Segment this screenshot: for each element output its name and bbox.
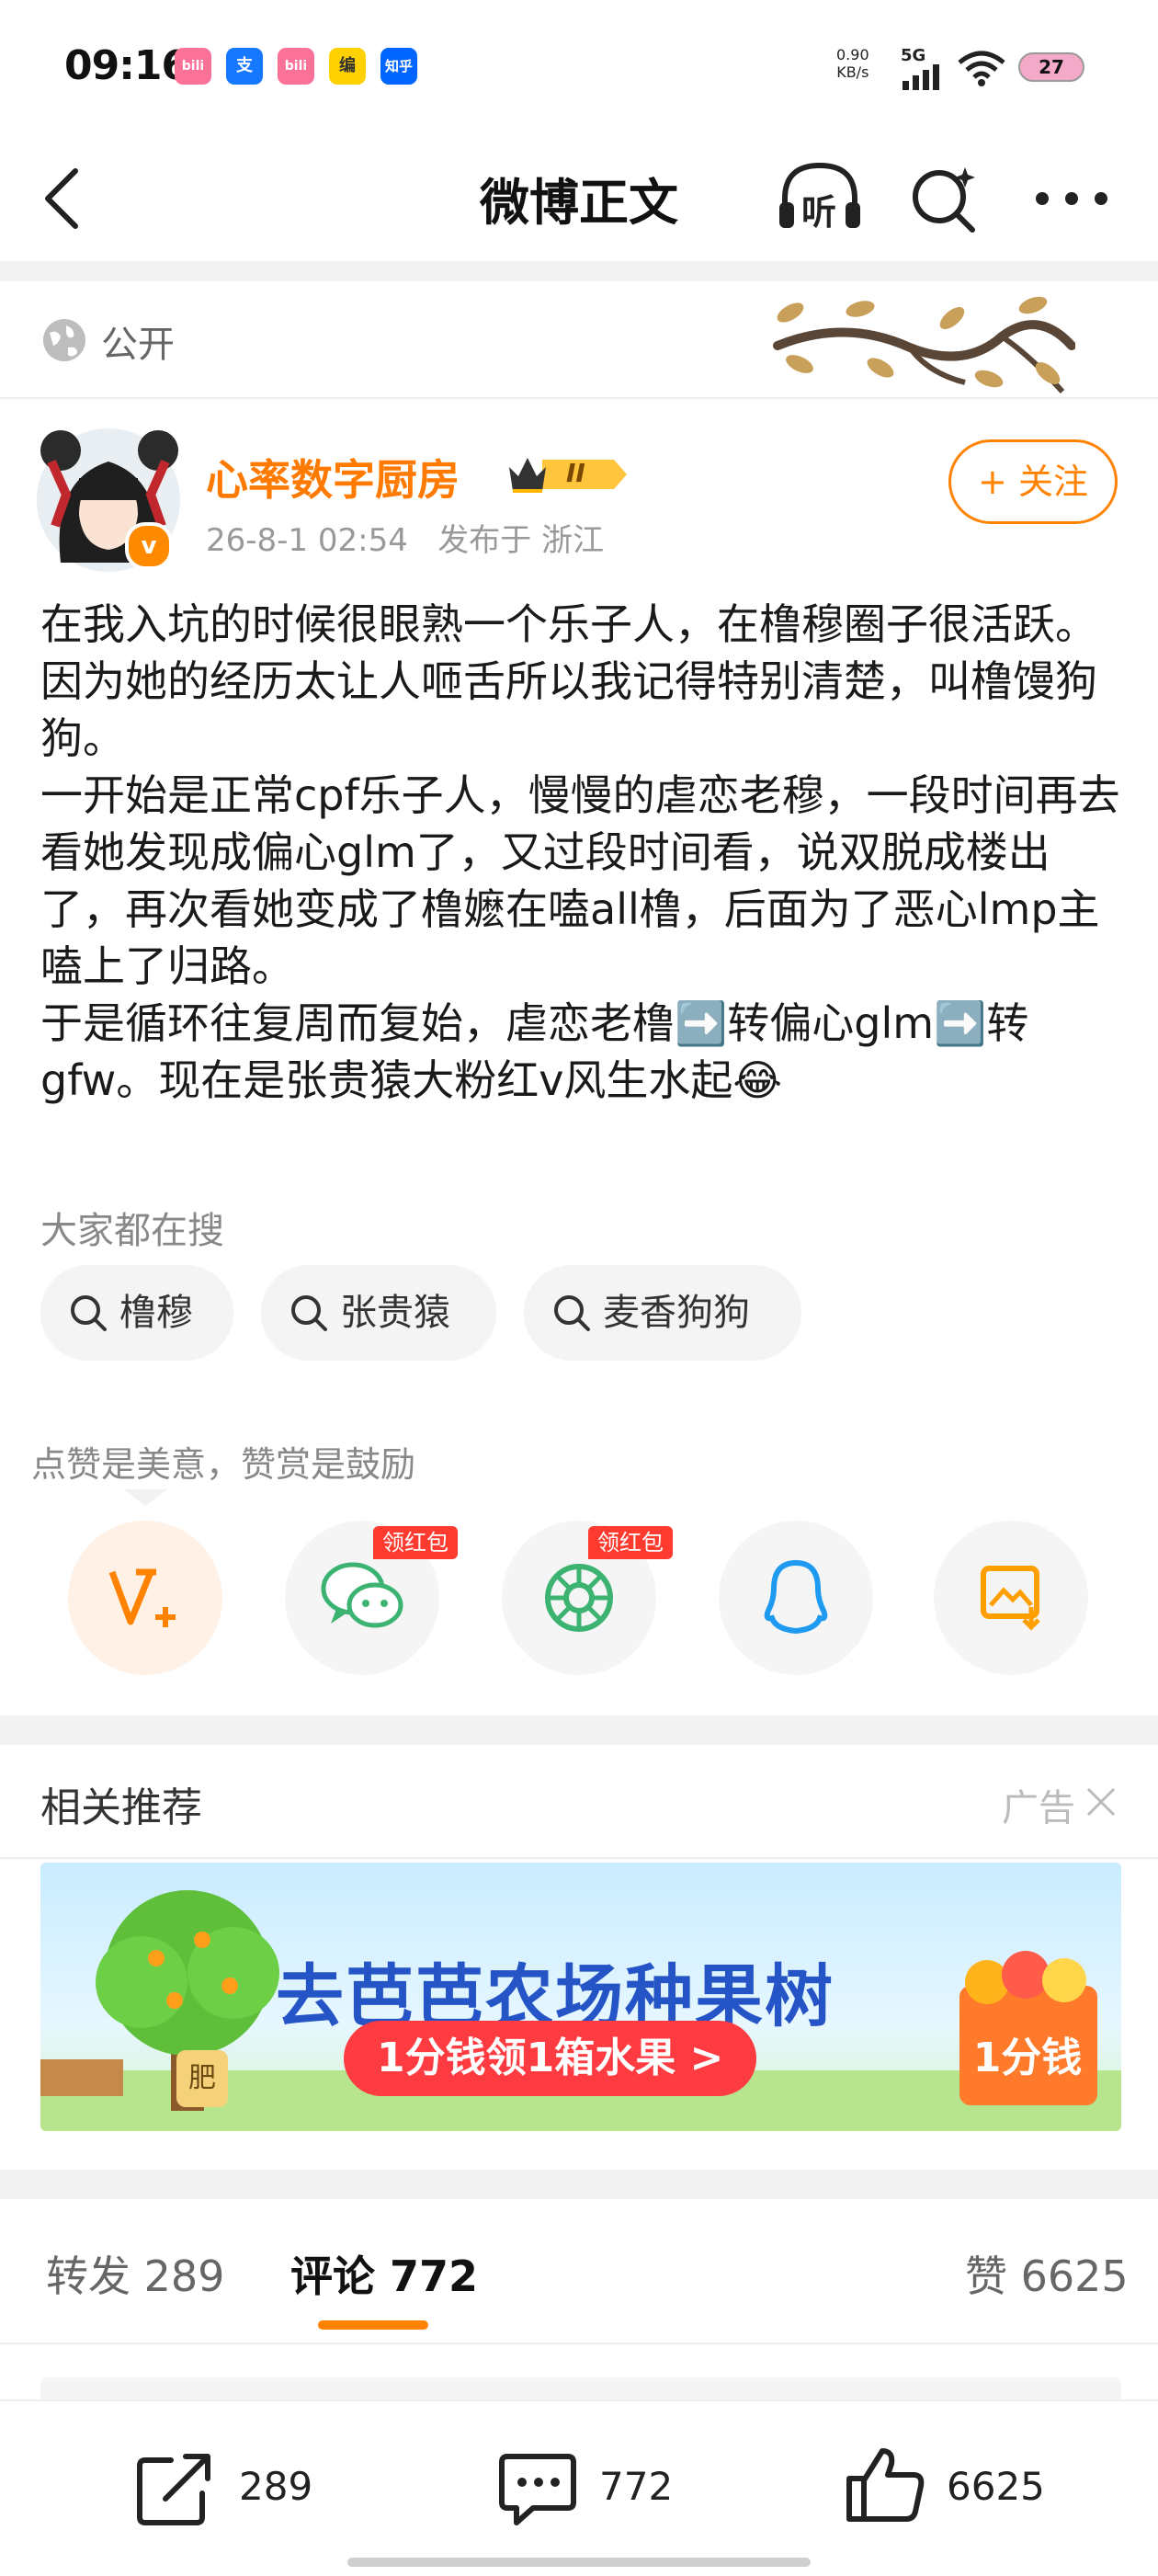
active-tab-indicator (318, 2320, 428, 2330)
post-paragraph: 于是循环往复周而复始，虐恋老橹➡️转偏心glm➡️转gfw。现在是张贵猿大粉红v… (40, 998, 1029, 1105)
ad-box-label: 1分钱 (972, 2035, 1083, 2081)
status-bar: 09:16 bili 支 bili 编 知乎 0.90 KB/s 5G 27 (0, 0, 1158, 138)
tab-comments[interactable]: 评论 772 (290, 2243, 478, 2304)
ad-label: 广告 (1002, 1787, 1075, 1829)
wechat-icon (321, 1562, 403, 1628)
trending-chip[interactable]: 橹穆 (40, 1265, 233, 1361)
search-icon (291, 1295, 327, 1331)
tab-repost[interactable]: 转发 289 (46, 2243, 224, 2304)
section-separator (0, 2170, 1158, 2199)
tooltip-pointer (123, 1489, 167, 1506)
globe-icon (43, 319, 85, 361)
vip-level: II (566, 458, 585, 488)
status-time: 09:16 (64, 42, 189, 89)
post-location: 发布于 浙江 (437, 522, 605, 559)
section-separator (0, 1715, 1158, 1745)
follow-button[interactable]: + 关注 (948, 439, 1118, 524)
trending-label: 大家都在搜 (40, 1210, 224, 1252)
section-separator (0, 261, 1158, 281)
share-qq-button[interactable] (719, 1521, 873, 1675)
more-options-icon[interactable] (1033, 188, 1110, 210)
search-icon (71, 1295, 107, 1331)
post-time: 26-8-1 02:54 (206, 522, 408, 559)
signal-icon (903, 64, 939, 90)
network-type: 5G (901, 46, 926, 65)
trending-chip[interactable]: 麦香狗狗 (524, 1265, 801, 1361)
like-count: 6625 (947, 2464, 1045, 2509)
back-arrow-icon[interactable] (40, 165, 85, 232)
qq-icon (764, 1559, 828, 1635)
reward-hint: 点赞是美意，赞赏是鼓励 (31, 1444, 416, 1485)
post-paragraph: 因为她的经历太让人咂舌所以我记得特别清楚，叫橹馒狗狗。 (40, 656, 1097, 763)
divider (0, 1857, 1158, 1859)
tab-likes[interactable]: 赞 6625 (965, 2243, 1129, 2304)
divider (0, 397, 1158, 399)
post-paragraph: 在我入坑的时候很眼熟一个乐子人，在橹穆圈子很活跃。 (40, 599, 1097, 649)
reward-button[interactable] (68, 1521, 222, 1675)
search-icon[interactable] (908, 162, 982, 235)
red-packet-tag: 领红包 (373, 1526, 458, 1559)
net-speed-value: 0.90 (836, 46, 869, 63)
red-packet-tag: 领红包 (588, 1526, 673, 1559)
bilibili-icon-2: bili (278, 48, 314, 85)
verified-badge: v (125, 522, 173, 570)
divider (0, 2342, 1158, 2344)
page-title: 微博正文 (480, 174, 678, 232)
trending-chip-label: 张贵猿 (340, 1292, 450, 1334)
ad-pot-label: 肥 (176, 2050, 228, 2107)
save-image-button[interactable] (934, 1521, 1088, 1675)
vip-badge[interactable]: II (505, 450, 630, 498)
author-name[interactable]: 心率数字厨房 (206, 447, 460, 507)
repost-count: 289 (239, 2464, 313, 2509)
ad-cta-button[interactable]: 1分钱领1箱水果 > (344, 2021, 757, 2096)
trending-chip[interactable]: 张贵猿 (261, 1265, 496, 1361)
app-yellow-icon: 编 (329, 48, 366, 85)
comment-icon (499, 2454, 576, 2525)
related-title: 相关推荐 (40, 1784, 202, 1831)
image-download-icon (981, 1566, 1040, 1631)
post-body: 在我入坑的时候很眼熟一个乐子人，在橹穆圈子很活跃。 因为她的经历太让人咂舌所以我… (40, 596, 1125, 1109)
wifi-icon (958, 51, 1005, 86)
close-icon[interactable] (1084, 1785, 1118, 1818)
thumbs-up-icon (846, 2448, 925, 2522)
post-meta: 26-8-1 02:54 发布于 浙江 (206, 515, 604, 560)
network-speed: 0.90 KB/s (836, 46, 869, 81)
trending-chip-label: 橹穆 (119, 1292, 193, 1334)
trending-chip-label: 麦香狗狗 (603, 1292, 750, 1334)
listen-label: 听 (801, 192, 837, 233)
zhihu-icon: 知乎 (380, 48, 417, 85)
moments-icon (545, 1564, 613, 1632)
search-icon (554, 1295, 590, 1331)
repost-icon (137, 2454, 210, 2525)
v-plus-icon (108, 1568, 176, 1627)
branch-decoration-icon (773, 296, 1075, 394)
visibility-label: 公开 (101, 324, 175, 366)
net-speed-unit: KB/s (836, 63, 869, 81)
post-paragraph: 一开始是正常cpf乐子人，慢慢的虐恋老穆，一段时间再去看她发现成偏心glm了，又… (40, 770, 1120, 991)
alipay-icon: 支 (226, 48, 263, 85)
comment-count: 772 (599, 2464, 674, 2509)
ad-banner[interactable]: 去芭芭农场种果树 1分钱领1箱水果 > 1分钱 肥 (40, 1863, 1121, 2131)
battery-indicator: 27 (1018, 52, 1084, 82)
home-indicator (347, 2558, 811, 2567)
bilibili-icon: bili (175, 48, 211, 85)
avatar[interactable]: v (33, 425, 184, 576)
listen-button[interactable]: 听 (774, 158, 866, 239)
